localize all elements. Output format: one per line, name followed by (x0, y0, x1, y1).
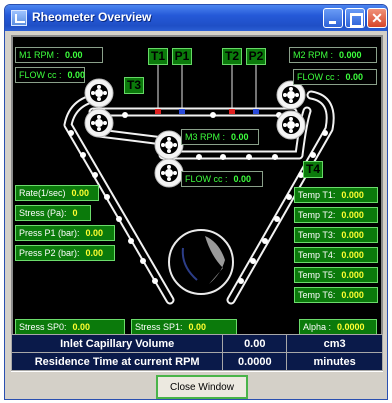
t2-tag: T2 (222, 48, 242, 65)
temp-t4-readout: Temp T4: 0.000 (294, 247, 378, 263)
p2-sensor-marker (253, 109, 259, 114)
flow-right-label: FLOW cc : (297, 72, 340, 82)
close-icon: ✕ (371, 10, 383, 26)
chart-app-icon (11, 10, 27, 26)
minimize-button[interactable] (323, 8, 343, 28)
alpha-label: Alpha : (303, 322, 332, 332)
press-p1-value: 0.00 (85, 228, 104, 238)
gear-pump-3-bottom-icon (154, 158, 184, 188)
inlet-volume-label: Inlet Capillary Volume (10, 334, 224, 353)
flow-left-readout: FLOW cc : 0.00 (15, 67, 85, 83)
flow-right-readout: FLOW cc : 0.00 (293, 69, 377, 85)
m1-rpm-label: M1 RPM : (19, 50, 60, 60)
t1-sensor-marker (155, 109, 161, 114)
press-p2-readout: Press P2 (bar): 0.00 (15, 245, 115, 261)
m3-rpm-value: 0.00 (231, 132, 249, 142)
temp-t2-label: Temp T2: (298, 210, 336, 220)
flow-right-value: 0.00 (345, 72, 364, 82)
flow-left-value: 0.00 (67, 70, 86, 80)
maximize-button[interactable] (345, 8, 365, 28)
rate-label: Rate(1/sec) (19, 188, 66, 198)
temp-t5-label: Temp T5: (298, 270, 336, 280)
t1-tag: T1 (148, 48, 168, 65)
inlet-volume-value: 0.00 (222, 334, 288, 353)
temp-t1-label: Temp T1: (298, 190, 336, 200)
p1-sensor-marker (179, 109, 185, 114)
temp-t3-readout: Temp T3: 0.000 (294, 227, 378, 243)
m2-rpm-readout: M2 RPM : 0.000 (289, 47, 377, 63)
alpha-value: 0.0000 (337, 322, 365, 332)
capillary-info-table: Inlet Capillary Volume 0.00 cm3 Residenc… (10, 334, 383, 371)
temp-t5-readout: Temp T5: 0.000 (294, 267, 378, 283)
p2-tag: P2 (246, 48, 266, 65)
temp-t4-label: Temp T4: (298, 250, 336, 260)
rate-value: 0.00 (71, 188, 90, 198)
press-p1-readout: Press P1 (bar): 0.00 (15, 225, 115, 241)
stress-sp0-value: 0.00 (72, 322, 91, 332)
inlet-volume-unit: cm3 (286, 334, 383, 353)
flow-center-label: FLOW cc : (185, 174, 228, 184)
m3-rpm-label: M3 RPM : (185, 132, 226, 142)
rate-readout: Rate(1/sec) 0.00 (15, 185, 99, 201)
temp-t6-readout: Temp T6: 0.000 (294, 287, 378, 303)
stress-label: Stress (Pa): (19, 208, 67, 218)
stress-sp1-label: Stress SP1: (135, 322, 183, 332)
m3-rpm-readout: M3 RPM : 0.00 (181, 129, 259, 145)
temp-t1-readout: Temp T1: 0.000 (294, 187, 378, 203)
gear-pump-2-top-icon (276, 80, 306, 110)
footer-bar: Close Window (11, 371, 383, 399)
temp-t3-label: Temp T3: (298, 230, 336, 240)
temp-t4-value: 0.000 (341, 250, 364, 260)
residence-time-label: Residence Time at current RPM (10, 352, 224, 371)
t2-sensor-marker (229, 109, 235, 114)
table-row: Inlet Capillary Volume 0.00 cm3 (10, 334, 383, 353)
m2-rpm-value: 0.000 (339, 50, 362, 60)
gear-pump-1-top-icon (84, 78, 114, 108)
flow-center-value: 0.00 (233, 174, 252, 184)
window-title: Rheometer Overview (32, 10, 152, 24)
rheometer-cup-icon (168, 229, 234, 295)
residence-time-value: 0.0000 (222, 352, 288, 371)
stress-sp1-value: 0.00 (188, 322, 207, 332)
title-bar[interactable]: Rheometer Overview ✕ (5, 5, 387, 31)
temp-t6-label: Temp T6: (298, 290, 336, 300)
p1-tag: P1 (172, 48, 192, 65)
rheometer-panel: M1 RPM :0.00 FLOW cc :0.00 M2 RPM :0.000… (11, 35, 383, 351)
press-p2-value: 0.00 (85, 248, 104, 258)
m2-rpm-label: M2 RPM : (293, 50, 334, 60)
temp-t1-value: 0.000 (341, 190, 364, 200)
stress-sp0-readout: Stress SP0: 0.00 (15, 319, 125, 335)
press-p2-label: Press P2 (bar): (19, 248, 80, 258)
flow-center-readout: FLOW cc : 0.00 (181, 171, 263, 187)
stress-value: 0 (72, 208, 78, 218)
flow-left-label: FLOW cc : (19, 70, 62, 80)
table-row: Residence Time at current RPM 0.0000 min… (10, 352, 383, 371)
residence-time-unit: minutes (286, 352, 383, 371)
rheometer-window: Rheometer Overview ✕ M1 RPM: 0.00 FLOW … (4, 4, 388, 400)
temp-t6-value: 0.000 (341, 290, 364, 300)
close-button[interactable]: ✕ (367, 8, 387, 28)
gear-pump-2-bottom-icon (276, 110, 306, 140)
m1-rpm-readout: M1 RPM : 0.00 (15, 47, 103, 63)
gear-pump-3-top-icon (154, 130, 184, 160)
gear-pump-1-bottom-icon (84, 108, 114, 138)
temp-t3-value: 0.000 (341, 230, 364, 240)
alpha-readout: Alpha : 0.0000 (299, 319, 377, 335)
press-p1-label: Press P1 (bar): (19, 228, 80, 238)
t4-tag: T4 (303, 161, 323, 178)
temp-t2-value: 0.000 (341, 210, 364, 220)
stress-readout: Stress (Pa): 0 (15, 205, 91, 221)
t3-tag: T3 (124, 77, 144, 94)
m1-rpm-value: 0.00 (65, 50, 83, 60)
close-window-button[interactable]: Close Window (156, 375, 248, 399)
temp-t2-readout: Temp T2: 0.000 (294, 207, 378, 223)
stress-sp1-readout: Stress SP1: 0.00 (131, 319, 237, 335)
temp-t5-value: 0.000 (341, 270, 364, 280)
stress-sp0-label: Stress SP0: (19, 322, 67, 332)
